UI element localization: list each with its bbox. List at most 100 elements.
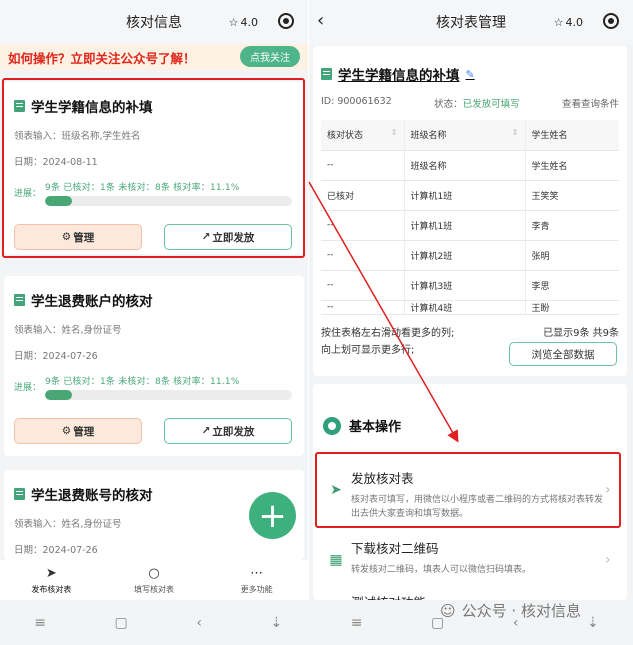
share-icon: ↗ [201,425,211,437]
column-header[interactable]: 核对状态 ⇕ [321,120,405,151]
page-title: 核对表管理 [436,15,506,31]
table-cell: 学生姓名 [525,150,619,181]
table-cell: 王笑笑 [525,180,619,211]
query-link[interactable]: 查看查询条件 [562,96,619,110]
table-row: -- 班级名称 学生姓名 [321,150,619,181]
sort-icon: ⇕ [390,128,398,138]
tab-more[interactable]: ⋯ 更多功能 [205,560,308,600]
form-card[interactable]: 学生退费账户的核对 领表输入：姓名,身份证号 日期：2024-07-26 进展：… [4,276,304,456]
table-cell: -- [321,210,405,241]
send-button[interactable]: ↗ 立即发放 [164,418,292,444]
progress-label: 进展： [14,189,42,199]
form-card[interactable]: 学生学籍信息的补填 领表输入：班级名称,学生姓名 日期：2024-08-11 进… [4,82,304,254]
tab-fill[interactable]: ○ 填写核对表 [103,560,206,600]
table-cell: 李青 [525,210,619,241]
progress-bar [45,196,292,206]
op-send-form[interactable]: ➤ 发放核对表 核对表可填写，用微信以小程序或者二维码的方式将核对表转发出去供大家… [321,468,621,521]
qrcode-icon: ▦ [329,552,343,568]
data-table[interactable]: 核对状态 ⇕ 班级名称 ⇕ 学生姓名 -- 班级名称 学生姓名 已核对 计算机1班 王笑笑 … [321,120,619,315]
column-header[interactable]: 班级名称 ⇕ [404,120,526,151]
gear-small-icon: ⚙ [61,231,72,243]
browse-all-button[interactable]: 浏览全部数据 [509,342,617,366]
progress-fill [45,196,73,206]
manage-button[interactable]: ⚙ 管理 [14,224,142,250]
table-cell: 计算机2班 [404,240,526,271]
header-label: 学生姓名 [531,131,568,142]
top-bar: 核对信息 ☆ 4.0 [0,0,308,44]
progress-bar [45,390,292,400]
share-icon: ↗ [201,231,211,243]
table-row: -- 计算机2班 张明 [321,240,619,271]
manage-label: 管理 [73,231,95,244]
status-value: 已发放可填写 [462,99,520,110]
document-icon [321,68,332,80]
card-title: 学生学籍信息的补填 [31,100,153,116]
table-cell: -- [321,270,405,301]
op-desc: 转发核对二维码，填表人可以微信扫码填表。 [351,565,532,575]
send-button[interactable]: ↗ 立即发放 [164,224,292,250]
form-detail-card: 学生学籍信息的补填 ✎ ID: 900061632 状态：已发放可填写 查看查询条… [313,46,627,376]
send-label: 立即发放 [212,231,255,244]
record-icon[interactable] [603,13,619,29]
form-id: ID: 900061632 [321,96,392,107]
add-button[interactable]: + [249,492,296,539]
status-group: 状态：已发放可填写 [434,96,520,110]
op-desc: 核对表可填写，用微信以小程序或者二维码的方式将核对表转发出去供大家查询和填写数据… [351,495,604,519]
table-cell: 王盼 [525,300,619,315]
back-icon[interactable]: ‹ [317,10,324,31]
menu-icon[interactable]: ≡ [34,615,46,631]
chevron-right-icon: › [605,552,611,568]
document-icon [14,488,25,500]
header-label: 班级名称 [410,131,447,142]
document-icon [14,100,25,112]
table-row: -- 计算机1班 李青 [321,210,619,241]
down-icon[interactable]: ⇣ [270,615,282,631]
manage-label: 管理 [73,425,95,438]
menu-icon[interactable]: ≡ [351,615,363,631]
section-title: 基本操作 [349,420,402,435]
column-header[interactable]: 学生姓名 [525,120,619,151]
capsule-value: 4.0 [240,15,259,29]
follow-button[interactable]: 点我关注 [240,46,300,67]
table-cell: 计算机4班 [404,300,526,315]
plus-icon: + [258,495,287,536]
tab-publish[interactable]: ➤ 发布核对表 [0,560,103,600]
header-label: 核对状态 [327,131,364,142]
edit-icon[interactable]: ✎ [466,68,475,81]
capsule-badge[interactable]: ☆ 4.0 [223,12,264,32]
form-title: 学生学籍信息的补填 [338,68,460,84]
table-cell: -- [321,150,405,181]
back-nav-icon[interactable]: ‹ [196,615,202,631]
table-cell: 已核对 [321,180,405,211]
table-cell: 计算机3班 [404,270,526,301]
document-icon [14,294,25,306]
wechat-icon: ☺ [440,601,456,620]
progress-label: 进展： [14,383,42,393]
progress-fill [45,390,73,400]
banner-text: 如何操作？立即关注公众号了解！ [8,50,196,66]
follow-banner: 如何操作？立即关注公众号了解！ 点我关注 [0,44,308,70]
op-name: 发放核对表 [351,471,414,486]
top-bar: ‹ 核对表管理 ☆ 4.0 [309,0,633,44]
card-title: 学生退费账户的核对 [31,294,153,310]
table-cell: 计算机1班 [404,180,526,211]
more-icon: ⋯ [250,565,264,581]
progress-stats: 9条 已核对：1条 未核对：8条 核对率：11.1% [45,183,240,193]
op-download-qr[interactable]: ▦ 下载核对二维码转发核对二维码，填表人可以微信扫码填表。 › [321,538,621,577]
tab-bar: ➤ 发布核对表 ○ 填写核对表 ⋯ 更多功能 [0,560,308,600]
down-icon[interactable]: ⇣ [587,615,599,631]
send-label: 立即发放 [212,425,255,438]
record-icon[interactable] [278,13,294,29]
home-icon[interactable]: ▢ [115,615,128,631]
right-screen: ‹ 核对表管理 ☆ 4.0 学生学籍信息的补填 ✎ ID: 900061632 状态… [309,0,633,645]
op-name: 下载核对二维码 [351,541,439,556]
search-icon: ○ [148,565,160,581]
card-title: 学生退费账号的核对 [31,488,153,504]
progress-stats: 9条 已核对：1条 未核对：8条 核对率：11.1% [45,377,240,387]
manage-button[interactable]: ⚙ 管理 [14,418,142,444]
table-cell: 张明 [525,240,619,271]
status-label: 状态： [434,99,463,110]
capsule-badge[interactable]: ☆ 4.0 [548,12,589,32]
card-date: 日期：2024-07-26 [14,545,98,556]
table-row: -- 计算机4班 王盼 [321,300,619,315]
